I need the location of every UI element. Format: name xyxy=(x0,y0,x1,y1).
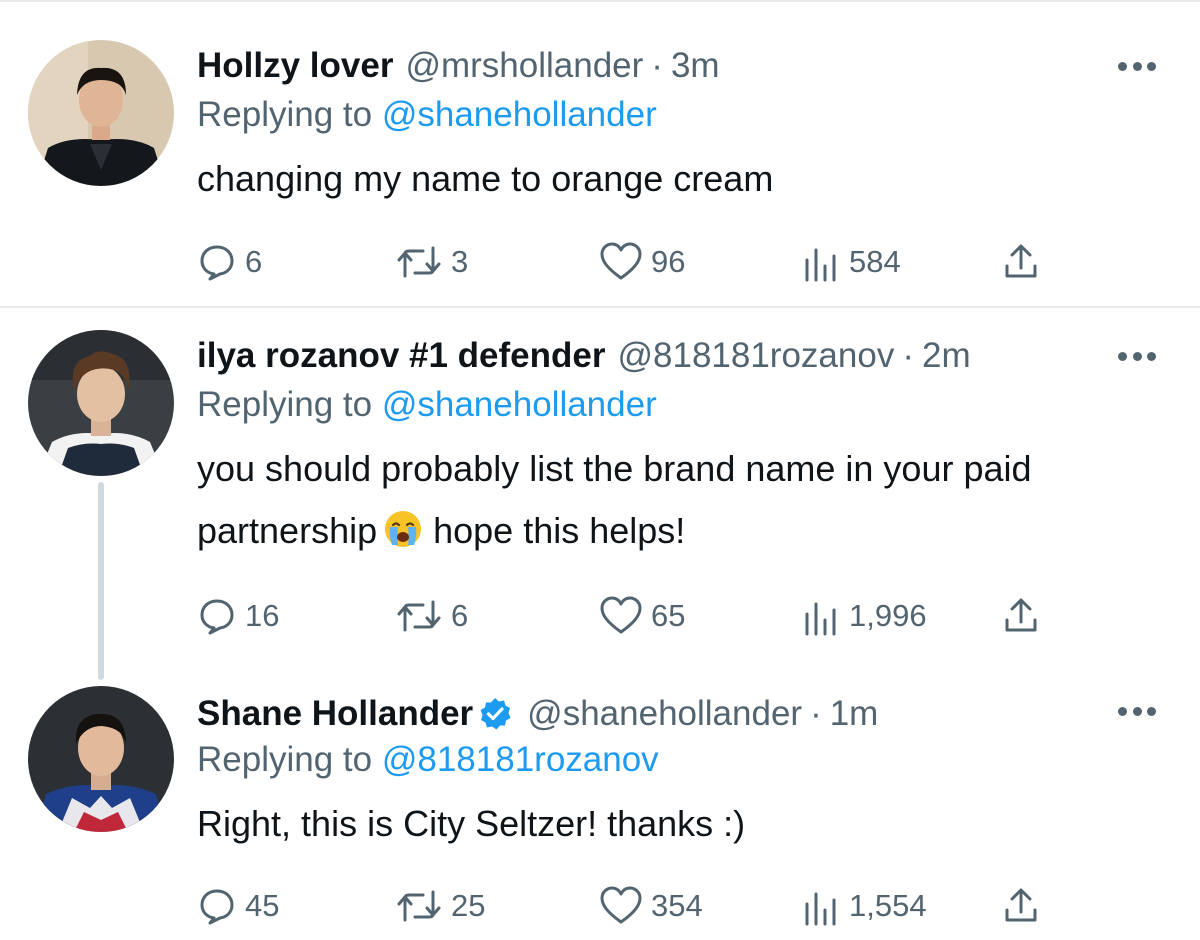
more-options-icon[interactable] xyxy=(1118,62,1156,72)
view-count: 1,554 xyxy=(849,888,927,923)
retweet-button[interactable]: 3 xyxy=(395,240,468,284)
views-button[interactable]: 1,554 xyxy=(801,884,927,928)
more-options-icon[interactable] xyxy=(1118,352,1156,362)
separator-dot: · xyxy=(651,46,663,85)
replying-to-mention[interactable]: @shanehollander xyxy=(382,95,657,134)
reply-count: 45 xyxy=(245,888,280,923)
reply-button[interactable]: 16 xyxy=(197,594,279,638)
reply-button[interactable]: 45 xyxy=(197,884,279,928)
tweet-divider xyxy=(0,306,1200,308)
reply-icon xyxy=(200,245,234,281)
replying-to-mention[interactable]: @shanehollander xyxy=(382,385,657,424)
reply-icon xyxy=(200,599,234,635)
like-count: 65 xyxy=(651,598,686,633)
retweet-icon xyxy=(397,246,441,278)
heart-icon xyxy=(600,886,642,924)
upload-arrow-icon xyxy=(1005,888,1037,922)
like-button[interactable]: 65 xyxy=(599,594,685,638)
views-button[interactable]: 1,996 xyxy=(801,594,927,638)
replying-to-label: Replying to xyxy=(197,385,373,424)
tweet-header: Shane Hollander @shanehollander · 1m xyxy=(197,692,878,736)
like-count: 96 xyxy=(651,244,686,279)
tweet-text-segment: partnership xyxy=(197,510,378,551)
retweet-count: 25 xyxy=(451,888,486,923)
bar-chart-icon xyxy=(805,602,836,636)
tweet-text-line: Right, this is City Seltzer! thanks :) xyxy=(197,803,746,844)
share-button[interactable] xyxy=(1001,594,1041,638)
separator-dot: · xyxy=(810,694,822,733)
upload-arrow-icon xyxy=(1005,244,1037,278)
like-button[interactable]: 354 xyxy=(599,884,703,928)
retweet-icon xyxy=(397,600,441,632)
share-button[interactable] xyxy=(1001,884,1041,928)
reply-icon xyxy=(200,889,234,925)
top-divider xyxy=(0,0,1200,2)
upload-arrow-icon xyxy=(1005,598,1037,632)
bar-chart-icon xyxy=(805,892,836,926)
display-name[interactable]: Shane Hollander xyxy=(197,692,473,736)
timestamp[interactable]: 3m xyxy=(671,44,720,88)
timestamp[interactable]: 1m xyxy=(830,692,879,736)
avatar[interactable] xyxy=(28,40,174,186)
tweet-header: Hollzy lover @mrshollander · 3m xyxy=(197,44,720,88)
separator-dot: · xyxy=(902,336,914,375)
replying-to-label: Replying to xyxy=(197,740,373,779)
tweet-actions: 45 25 354 1,554 xyxy=(197,884,1057,928)
replying-to: Replying to @shanehollander xyxy=(197,383,657,427)
thread-line xyxy=(98,482,104,680)
retweet-count: 3 xyxy=(451,244,469,279)
view-count: 584 xyxy=(849,244,901,279)
handle[interactable]: @818181rozanov xyxy=(617,334,894,378)
tweet-text: Right, this is City Seltzer! thanks :) xyxy=(197,793,1172,855)
avatar[interactable] xyxy=(28,686,174,832)
tweet-header: ilya rozanov #1 defender @818181rozanov … xyxy=(197,334,971,378)
reply-count: 16 xyxy=(245,598,280,633)
retweet-button[interactable]: 25 xyxy=(395,884,485,928)
tweet-text: you should probably list the brand name … xyxy=(197,438,1172,562)
retweet-icon xyxy=(397,890,441,922)
handle[interactable]: @shanehollander xyxy=(527,692,802,736)
tweet-text-line: changing my name to orange cream xyxy=(197,158,774,199)
tweet-text-segment: hope this helps! xyxy=(433,510,686,551)
timestamp[interactable]: 2m xyxy=(922,334,971,378)
replying-to: Replying to @818181rozanov xyxy=(197,738,659,782)
replying-to-mention[interactable]: @818181rozanov xyxy=(382,740,659,779)
tweet-text: changing my name to orange cream xyxy=(197,148,1172,210)
heart-icon xyxy=(600,242,642,280)
views-button[interactable]: 584 xyxy=(801,240,901,284)
heart-icon xyxy=(600,596,642,634)
more-options-icon[interactable] xyxy=(1118,707,1156,717)
like-button[interactable]: 96 xyxy=(599,240,685,284)
tweet-actions: 16 6 65 1,996 xyxy=(197,594,1057,638)
avatar[interactable] xyxy=(28,330,174,476)
loudly-crying-face-emoji-icon xyxy=(385,511,422,547)
bar-chart-icon xyxy=(805,248,836,282)
display-name[interactable]: Hollzy lover xyxy=(197,44,393,88)
tweet-text-line: partnership hope this helps! xyxy=(197,500,1172,562)
retweet-count: 6 xyxy=(451,598,469,633)
verified-badge-icon xyxy=(480,698,511,730)
view-count: 1,996 xyxy=(849,598,927,633)
handle[interactable]: @mrshollander xyxy=(405,44,643,88)
retweet-button[interactable]: 6 xyxy=(395,594,468,638)
replying-to: Replying to @shanehollander xyxy=(197,93,657,137)
reply-count: 6 xyxy=(245,244,263,279)
display-name[interactable]: ilya rozanov #1 defender xyxy=(197,334,605,378)
like-count: 354 xyxy=(651,888,703,923)
tweet-actions: 6 3 96 584 xyxy=(197,240,1057,284)
replying-to-label: Replying to xyxy=(197,95,373,134)
share-button[interactable] xyxy=(1001,240,1041,284)
reply-button[interactable]: 6 xyxy=(197,240,262,284)
tweet-text-line: you should probably list the brand name … xyxy=(197,448,1032,489)
